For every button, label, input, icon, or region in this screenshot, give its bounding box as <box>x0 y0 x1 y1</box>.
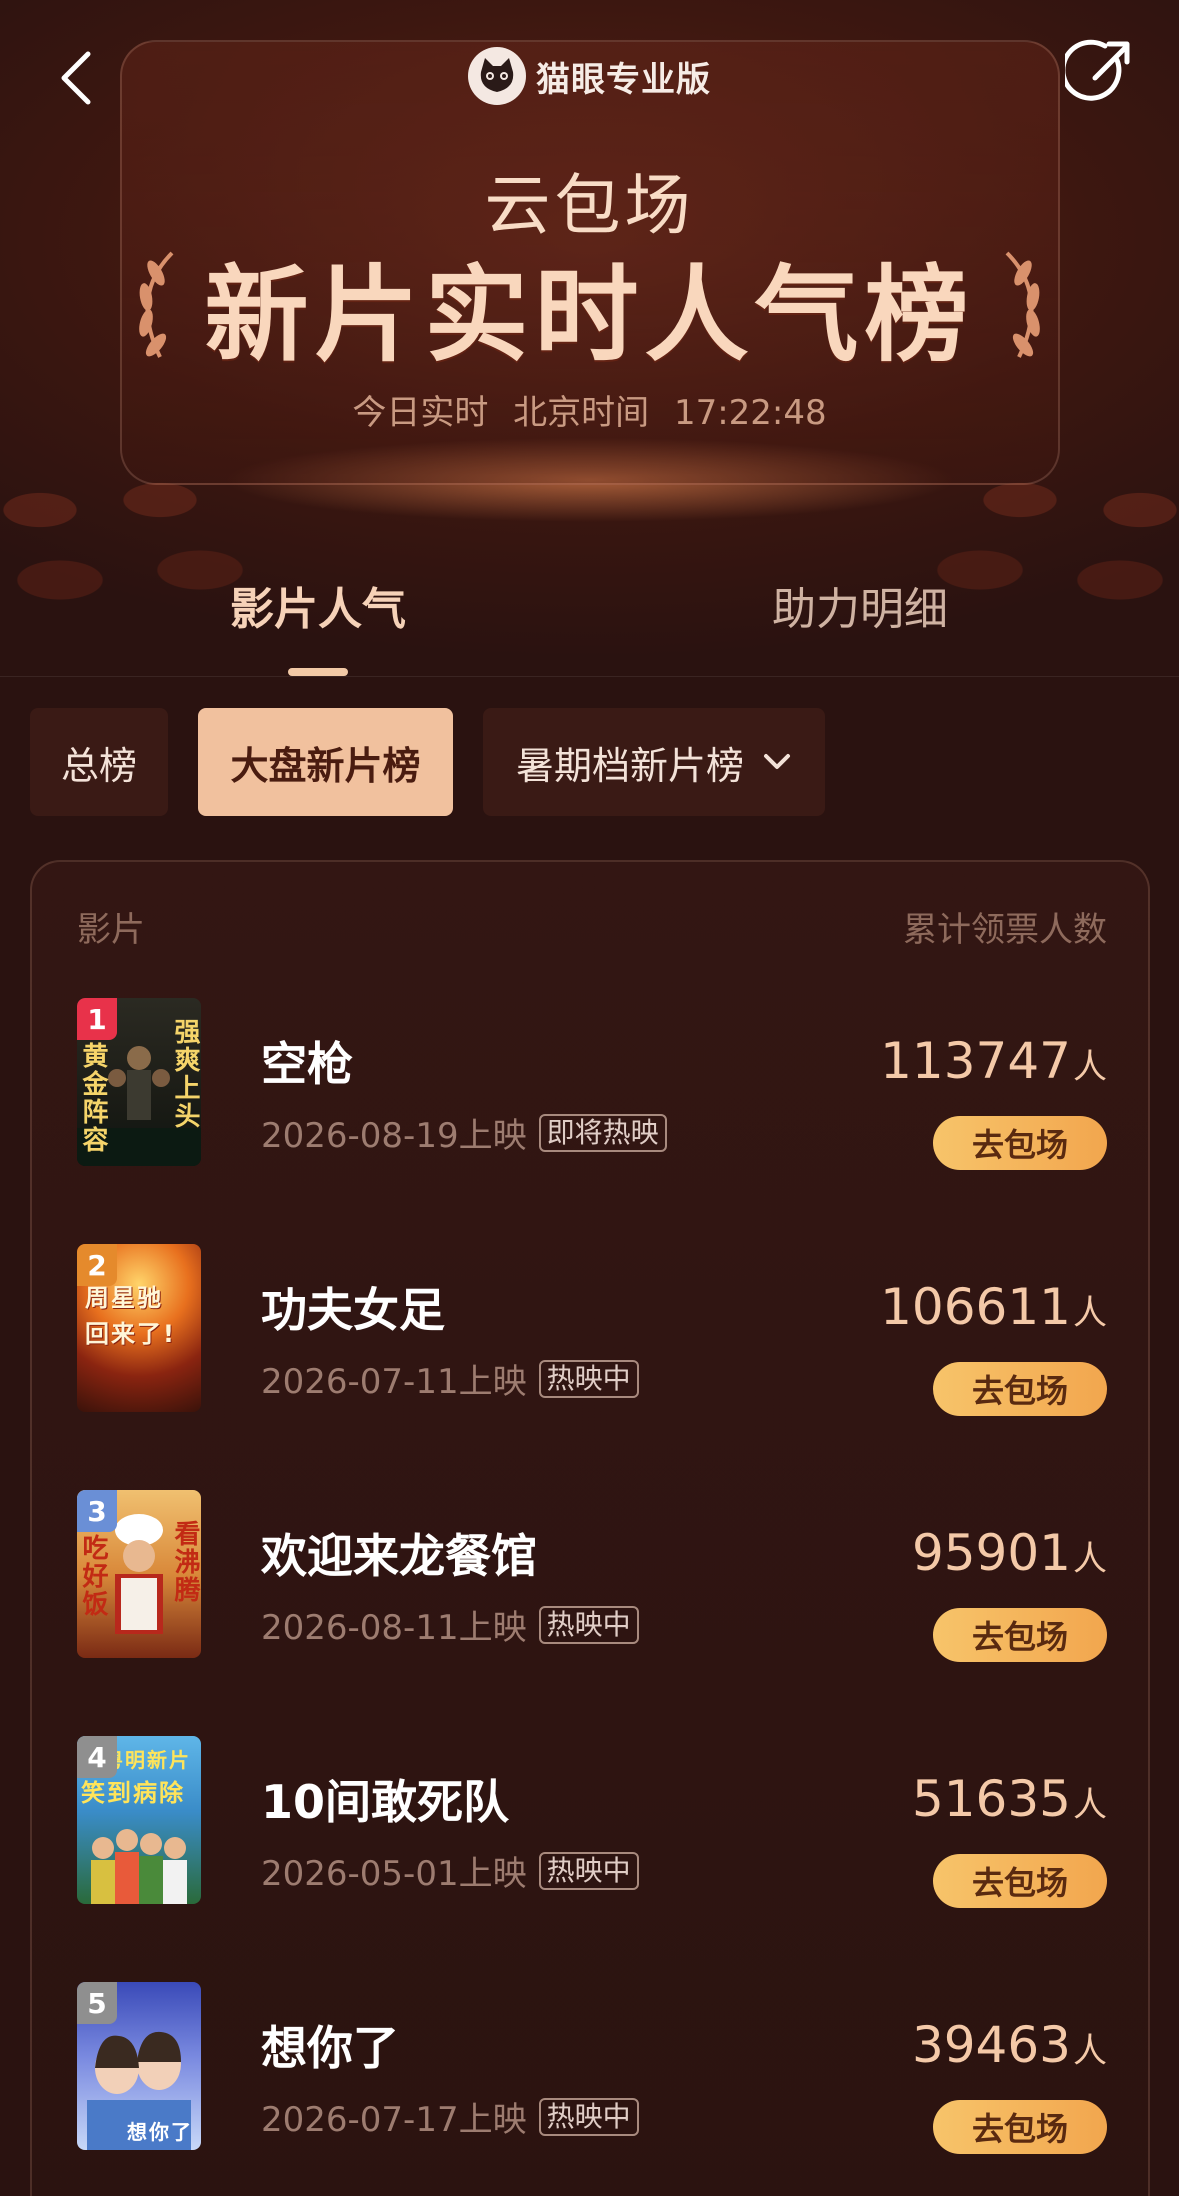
filter-overall[interactable]: 总榜 <box>30 708 168 816</box>
tab-support-details[interactable]: 助力明细 <box>710 565 1010 665</box>
movie-title: 10间敢死队 <box>261 1775 510 1829</box>
status-badge: 热映中 <box>538 1359 639 1398</box>
book-screening-button[interactable]: 去包场 <box>933 1854 1107 1908</box>
poster-text-left: 吃好饭 <box>78 1534 108 1618</box>
status-badge: 热映中 <box>538 1605 639 1644</box>
rank-badge: 5 <box>77 1982 117 2024</box>
list-item[interactable]: 潘粤明新片 笑到病除 4 10间敢死队 2026-05-01上映 热映中 516… <box>77 1736 1107 1908</box>
ticket-count: 113747人 <box>880 1032 1107 1090</box>
ticket-count: 51635人 <box>912 1770 1107 1828</box>
ranking-card: 影片 累计领票人数 黄金阵容 强爽上头 1 空枪 2026-08-19上映 即将… <box>30 860 1150 2196</box>
hero-title-row: 新片实时人气榜 <box>0 240 1179 376</box>
list-item[interactable]: 周星驰 回来了! 2 功夫女足 2026-07-11上映 热映中 106611人… <box>77 1244 1107 1416</box>
list-item[interactable]: 黄金阵容 强爽上头 1 空枪 2026-08-19上映 即将热映 113747人… <box>77 998 1107 1170</box>
ticket-count-value: 95901 <box>911 1524 1071 1582</box>
time-value: 17:22:48 <box>673 393 827 433</box>
status-badge: 即将热映 <box>538 1113 667 1152</box>
release-date: 2026-07-17上映 <box>261 2100 527 2140</box>
movie-poster: 黄金阵容 强爽上头 1 <box>77 998 201 1166</box>
ticket-count-unit: 人 <box>1073 2031 1107 2071</box>
ticket-count: 95901人 <box>912 1524 1107 1582</box>
maoyan-cat-icon <box>468 47 526 105</box>
movie-meta: 2026-07-17上映 热映中 <box>261 2092 639 2141</box>
book-screening-button[interactable]: 去包场 <box>933 1608 1107 1662</box>
realtime-timestamp: 今日实时 北京时间 17:22:48 <box>0 385 1179 434</box>
ticket-count-unit: 人 <box>1073 1047 1107 1087</box>
tab-active-indicator <box>288 668 348 676</box>
movie-poster: 吃好饭 看沸腾 3 <box>77 1490 201 1658</box>
page-title: 新片实时人气榜 <box>204 253 975 376</box>
status-badge: 热映中 <box>538 2097 639 2136</box>
poster-text-line-2: 回来了! <box>85 1320 176 1348</box>
movie-title: 想你了 <box>261 2021 399 2075</box>
column-movie: 影片 <box>77 910 145 950</box>
movie-meta: 2026-05-01上映 热映中 <box>261 1846 639 1895</box>
ticket-count-unit: 人 <box>1073 1539 1107 1579</box>
rank-badge: 2 <box>77 1244 117 1286</box>
poster-text-line-1: 周星驰 <box>85 1284 163 1312</box>
release-date: 2026-05-01上映 <box>261 1854 527 1894</box>
ticket-count-value: 106611 <box>880 1278 1071 1336</box>
app-logo: 猫眼专业版 <box>0 44 1179 108</box>
ticket-count-unit: 人 <box>1073 1785 1107 1825</box>
poster-text-title: 想你了 <box>127 2120 193 2144</box>
timezone-label: 北京时间 <box>513 393 650 433</box>
column-ticket-count: 累计领票人数 <box>903 910 1107 950</box>
release-date: 2026-08-11上映 <box>261 1608 527 1648</box>
tab-bar: 影片人气 助力明细 <box>0 565 1179 677</box>
release-date: 2026-07-11上映 <box>261 1362 527 1402</box>
book-screening-button[interactable]: 去包场 <box>933 1362 1107 1416</box>
status-badge: 热映中 <box>538 1851 639 1890</box>
book-screening-button[interactable]: 去包场 <box>933 1116 1107 1170</box>
filter-new-releases[interactable]: 大盘新片榜 <box>198 708 453 816</box>
ticket-count-unit: 人 <box>1073 1293 1107 1333</box>
time-label: 今日实时 <box>352 393 489 433</box>
movie-meta: 2026-08-19上映 即将热映 <box>261 1108 667 1157</box>
book-screening-button[interactable]: 去包场 <box>933 2100 1107 2154</box>
app-name: 猫眼专业版 <box>536 59 711 100</box>
ticket-count: 39463人 <box>912 2016 1107 2074</box>
filter-summer-dropdown[interactable]: 暑期档新片榜 <box>483 708 825 816</box>
tab-movie-popularity[interactable]: 影片人气 <box>168 565 468 665</box>
laurel-left-icon <box>139 251 174 358</box>
list-item[interactable]: 想你了 5 想你了 2026-07-17上映 热映中 39463人 去包场 <box>77 1982 1107 2154</box>
share-icon[interactable] <box>1065 38 1135 108</box>
rank-badge: 1 <box>77 998 117 1040</box>
movie-poster: 潘粤明新片 笑到病除 4 <box>77 1736 201 1904</box>
ticket-count-value: 39463 <box>911 2016 1071 2074</box>
movie-meta: 2026-08-11上映 热映中 <box>261 1600 639 1649</box>
list-item[interactable]: 吃好饭 看沸腾 3 欢迎来龙餐馆 2026-08-11上映 热映中 95901人… <box>77 1490 1107 1662</box>
movie-poster: 周星驰 回来了! 2 <box>77 1244 201 1412</box>
poster-text-line-2: 笑到病除 <box>81 1779 185 1807</box>
movie-title: 功夫女足 <box>261 1283 445 1337</box>
release-date: 2026-08-19上映 <box>261 1116 527 1156</box>
movie-poster: 想你了 5 <box>77 1982 201 2150</box>
rank-badge: 3 <box>77 1490 117 1532</box>
ticket-count: 106611人 <box>880 1278 1107 1336</box>
chevron-down-icon <box>764 754 790 769</box>
movie-title: 欢迎来龙餐馆 <box>261 1529 537 1583</box>
rank-badge: 4 <box>77 1736 117 1778</box>
laurel-right-icon <box>1005 251 1040 358</box>
ticket-count-value: 113747 <box>880 1032 1071 1090</box>
poster-text-right: 强爽上头 <box>170 1018 200 1130</box>
movie-title: 空枪 <box>261 1037 353 1091</box>
poster-text-left: 黄金阵容 <box>78 1042 108 1154</box>
ticket-count-value: 51635 <box>911 1770 1071 1828</box>
poster-text-right: 看沸腾 <box>170 1520 200 1604</box>
filter-summer-label: 暑期档新片榜 <box>515 743 744 788</box>
movie-meta: 2026-07-11上映 热映中 <box>261 1354 639 1403</box>
ranking-header: 影片 累计领票人数 <box>77 902 1107 952</box>
